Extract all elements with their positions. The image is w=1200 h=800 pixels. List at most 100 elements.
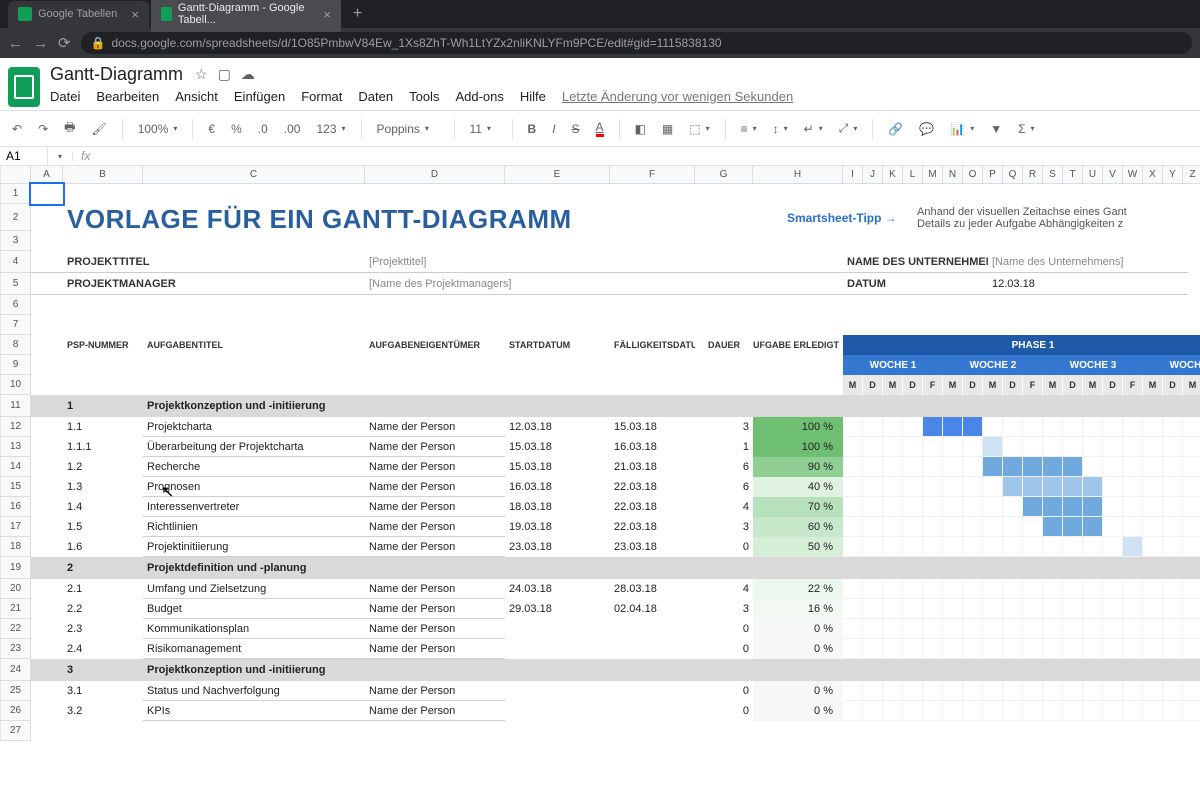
- close-icon[interactable]: ×: [323, 7, 331, 22]
- cell-a1[interactable]: [31, 184, 63, 204]
- gantt-cell[interactable]: [1143, 457, 1163, 477]
- day-header[interactable]: M: [1183, 375, 1200, 395]
- paint-format-button[interactable]: 🖌: [87, 119, 110, 139]
- col-header[interactable]: Y: [1163, 166, 1183, 183]
- task-start[interactable]: 16.03.18: [505, 477, 610, 497]
- hdr-dur[interactable]: DAUER: [695, 335, 753, 355]
- gantt-cell[interactable]: [1143, 701, 1163, 721]
- gantt-cell[interactable]: [1123, 619, 1143, 639]
- wrap-button[interactable]: ↵: [800, 119, 827, 139]
- gantt-cell[interactable]: [843, 619, 863, 639]
- col-header[interactable]: S: [1043, 166, 1063, 183]
- task-title[interactable]: Budget: [143, 599, 365, 619]
- company-value[interactable]: [Name des Unternehmens]: [988, 251, 1188, 273]
- gantt-cell[interactable]: [1103, 457, 1123, 477]
- gantt-cell[interactable]: [1083, 639, 1103, 659]
- cell[interactable]: [31, 681, 63, 701]
- gantt-cell[interactable]: [903, 497, 923, 517]
- task-due[interactable]: 15.03.18: [610, 417, 695, 437]
- task-dur[interactable]: 0: [695, 537, 753, 557]
- gantt-cell[interactable]: [963, 639, 983, 659]
- task-dur[interactable]: 6: [695, 457, 753, 477]
- gantt-cell[interactable]: [1083, 701, 1103, 721]
- task-due[interactable]: 28.03.18: [610, 579, 695, 599]
- col-header[interactable]: D: [365, 166, 505, 183]
- task-dur[interactable]: 1: [695, 437, 753, 457]
- gantt-cell[interactable]: [1183, 537, 1200, 557]
- gantt-cell[interactable]: [923, 681, 943, 701]
- gantt-cell[interactable]: [1143, 437, 1163, 457]
- gantt-cell[interactable]: [1043, 681, 1063, 701]
- gantt-cell[interactable]: [923, 579, 943, 599]
- task-owner[interactable]: Name der Person: [365, 599, 505, 619]
- gantt-cell[interactable]: [843, 579, 863, 599]
- task-start[interactable]: 19.03.18: [505, 517, 610, 537]
- cell[interactable]: [31, 315, 63, 335]
- gantt-cell[interactable]: [843, 537, 863, 557]
- gantt-cell[interactable]: [1143, 517, 1163, 537]
- task-pct[interactable]: 0 %: [753, 639, 843, 659]
- gantt-cell[interactable]: [1003, 497, 1023, 517]
- row-header[interactable]: 13: [1, 437, 30, 457]
- task-pct[interactable]: 100 %: [753, 437, 843, 457]
- task-due[interactable]: 21.03.18: [610, 457, 695, 477]
- gantt-cell[interactable]: [1183, 599, 1200, 619]
- gantt-cell[interactable]: [1083, 579, 1103, 599]
- gantt-cell[interactable]: [983, 579, 1003, 599]
- gantt-cell[interactable]: [863, 681, 883, 701]
- row-header[interactable]: 16: [1, 497, 30, 517]
- gantt-cell[interactable]: [1103, 599, 1123, 619]
- gantt-cell[interactable]: [1023, 457, 1043, 477]
- gantt-cell[interactable]: [1183, 579, 1200, 599]
- day-header[interactable]: M: [1083, 375, 1103, 395]
- gantt-cell[interactable]: [903, 639, 923, 659]
- gantt-cell[interactable]: [1023, 437, 1043, 457]
- gantt-cell[interactable]: [1003, 517, 1023, 537]
- gantt-cell[interactable]: [1063, 437, 1083, 457]
- dec-increase-button[interactable]: .00: [280, 119, 305, 139]
- col-header[interactable]: X: [1143, 166, 1163, 183]
- task-pct[interactable]: 0 %: [753, 701, 843, 721]
- gantt-cell[interactable]: [843, 517, 863, 537]
- row-header[interactable]: 10: [1, 375, 30, 395]
- task-num[interactable]: 1.3: [63, 477, 143, 497]
- day-header[interactable]: D: [1163, 375, 1183, 395]
- select-all-corner[interactable]: [1, 166, 31, 184]
- task-start[interactable]: 15.03.18: [505, 437, 610, 457]
- gantt-cell[interactable]: [1023, 681, 1043, 701]
- gantt-cell[interactable]: [963, 437, 983, 457]
- filter-button[interactable]: ▼: [986, 119, 1006, 139]
- gantt-cell[interactable]: [1063, 681, 1083, 701]
- day-header[interactable]: D: [863, 375, 883, 395]
- section-title[interactable]: Projektkonzeption und -initiierung: [143, 395, 843, 417]
- gantt-cell[interactable]: [843, 701, 863, 721]
- row-header[interactable]: 27: [1, 721, 30, 741]
- gantt-cell[interactable]: [1163, 619, 1183, 639]
- task-due[interactable]: 16.03.18: [610, 437, 695, 457]
- row-header[interactable]: 1: [1, 184, 30, 204]
- task-owner[interactable]: Name der Person: [365, 477, 505, 497]
- cell[interactable]: [31, 417, 63, 437]
- gantt-cell[interactable]: [1183, 517, 1200, 537]
- row-header[interactable]: 4: [1, 251, 30, 273]
- gantt-cell[interactable]: [883, 437, 903, 457]
- gantt-cell[interactable]: [1123, 701, 1143, 721]
- gantt-cell[interactable]: [1003, 579, 1023, 599]
- cell[interactable]: [31, 557, 63, 579]
- font-size-select[interactable]: 11: [466, 119, 501, 139]
- menu-ansicht[interactable]: Ansicht: [175, 89, 218, 104]
- task-num[interactable]: 1.5: [63, 517, 143, 537]
- row-header[interactable]: 5: [1, 273, 30, 295]
- gantt-cell[interactable]: [1023, 517, 1043, 537]
- row-header[interactable]: 12: [1, 417, 30, 437]
- cell[interactable]: [31, 701, 63, 721]
- gantt-cell[interactable]: [923, 701, 943, 721]
- gantt-cell[interactable]: [843, 477, 863, 497]
- day-header[interactable]: M: [943, 375, 963, 395]
- gantt-cell[interactable]: [943, 599, 963, 619]
- date-label[interactable]: DATUM: [843, 273, 988, 295]
- redo-button[interactable]: ↷: [34, 119, 52, 139]
- col-header[interactable]: K: [883, 166, 903, 183]
- gantt-cell[interactable]: [863, 619, 883, 639]
- task-owner[interactable]: Name der Person: [365, 457, 505, 477]
